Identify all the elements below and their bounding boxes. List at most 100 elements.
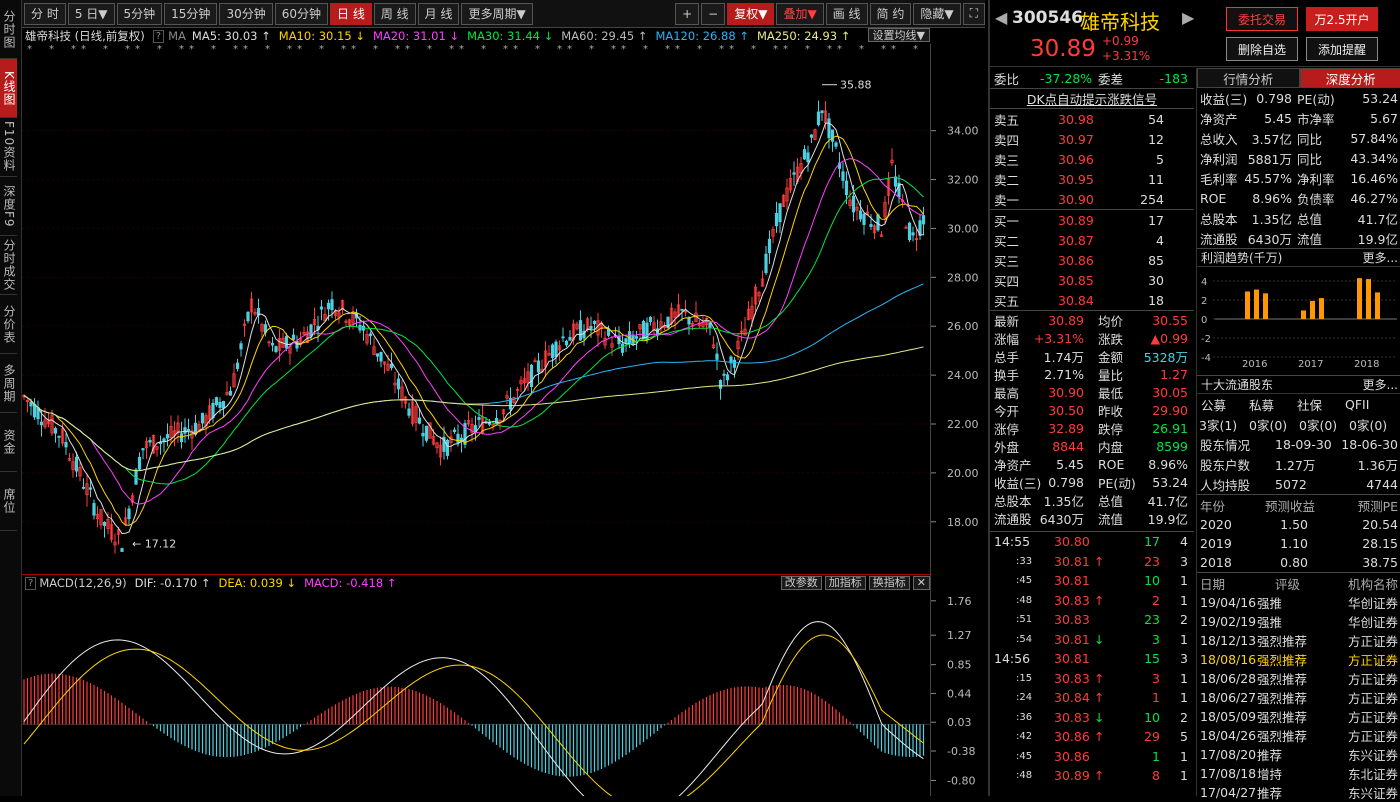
svg-text:*: * — [535, 44, 540, 55]
side-tab-2[interactable]: F10资料 — [0, 118, 17, 177]
rating-row-1[interactable]: 19/02/19强推华创证券 — [1197, 612, 1400, 631]
forecast-col: 预测收益 — [1265, 496, 1315, 515]
tick-price: 30.83 — [1054, 612, 1090, 627]
next-stock-icon[interactable]: ▶ — [1182, 8, 1194, 27]
add-indicator-button[interactable]: 加指标 — [825, 576, 866, 590]
quote-label: 涨跌 — [1098, 329, 1123, 348]
side-tab-7[interactable]: 资金 — [0, 413, 17, 472]
tick-volume: 1 — [1152, 749, 1160, 764]
rating-row-2[interactable]: 18/12/13强烈推荐方正证券 — [1197, 631, 1400, 650]
trade-button[interactable]: 委托交易 — [1226, 7, 1298, 31]
svg-text:*: * — [557, 44, 562, 55]
tab-market-analysis[interactable]: 行情分析 — [1197, 68, 1300, 88]
tick-row-10: :4230.86↑295 — [990, 727, 1194, 747]
quote-row-6: 涨停32.89跌停26.91 — [990, 419, 1194, 437]
rating-institution: 东北证券 — [1348, 764, 1398, 783]
tool-button-6[interactable]: 隐藏▼ — [913, 3, 960, 25]
dk-signal-text: DK点自动提示涨跌信号 — [1027, 89, 1157, 108]
period-tab-2[interactable]: 5分钟 — [117, 3, 163, 25]
period-tab-1[interactable]: 5 日▼ — [68, 3, 115, 25]
forecast-col: 预测PE — [1358, 496, 1398, 515]
macd-help-icon[interactable]: ? — [25, 577, 36, 590]
forecast-eps: 0.80 — [1280, 555, 1308, 570]
profit-more-link[interactable]: 更多... — [1363, 249, 1398, 266]
tool-button-0[interactable]: + — [675, 3, 699, 25]
macd-param-button[interactable]: 改参数 — [781, 576, 822, 590]
tool-button-2[interactable]: 复权▼ — [727, 3, 774, 25]
prev-stock-icon[interactable]: ◀ — [995, 8, 1007, 27]
period-tab-9[interactable]: 更多周期▼ — [461, 3, 532, 25]
rating-row-10[interactable]: 17/04/27推荐东兴证券 — [1197, 783, 1400, 802]
profit-title: 利润趋势(千万) — [1201, 249, 1282, 266]
side-tab-0[interactable]: 分时图 — [0, 0, 17, 59]
kline-chart[interactable]: 35.88← 17.12****************************… — [22, 44, 930, 574]
set-ma-button[interactable]: 设置均线▼ — [868, 28, 930, 42]
dea-value: DEA: 0.039 ↓ — [219, 576, 297, 590]
forecast-pe: 28.15 — [1362, 536, 1398, 551]
period-tab-4[interactable]: 30分钟 — [219, 3, 272, 25]
period-tab-5[interactable]: 60分钟 — [275, 3, 328, 25]
add-alert-button[interactable]: 添加提醒 — [1306, 37, 1378, 61]
profit-year: 2017 — [1298, 359, 1323, 370]
period-tab-8[interactable]: 月 线 — [418, 3, 460, 25]
fin-label: 毛利率 — [1200, 169, 1238, 188]
period-tab-0[interactable]: 分 时 — [24, 3, 66, 25]
help-icon[interactable]: ? — [153, 30, 164, 43]
rating-row-4[interactable]: 18/06/28强烈推荐方正证券 — [1197, 669, 1400, 688]
quote-label: 最高 — [994, 383, 1019, 402]
rating-institution: 方正证券 — [1348, 650, 1398, 669]
close-icon[interactable]: ✕ — [913, 576, 930, 590]
tab-deep-analysis[interactable]: 深度分析 — [1300, 68, 1400, 88]
svg-text:*: * — [297, 44, 302, 55]
tick-count: 3 — [1180, 651, 1188, 666]
switch-indicator-button[interactable]: 换指标 — [869, 576, 910, 590]
rating-col: 评级 — [1275, 574, 1300, 593]
period-tab-7[interactable]: 周 线 — [374, 3, 416, 25]
rating-row-3[interactable]: 18/08/16强烈推荐方正证券 — [1197, 650, 1400, 669]
quote-label: 外盘 — [994, 437, 1019, 456]
side-tab-3[interactable]: 深度F9 — [0, 177, 17, 236]
tick-arrow: ↑ — [1094, 554, 1104, 569]
dk-signal-link[interactable]: DK点自动提示涨跌信号 — [990, 88, 1194, 108]
rating-date: 19/02/19 — [1200, 614, 1256, 629]
level-volume: 17 — [1148, 213, 1164, 228]
holders-more-link[interactable]: 更多... — [1363, 376, 1398, 393]
price-tick: 32.00 — [947, 174, 979, 187]
rating-row-6[interactable]: 18/05/09强烈推荐方正证券 — [1197, 707, 1400, 726]
tool-button-3[interactable]: 叠加▼ — [776, 3, 823, 25]
quote-value: 2.71% — [1044, 367, 1084, 382]
ma250-value: MA250: 24.93 ↑ — [757, 29, 850, 43]
period-tab-3[interactable]: 15分钟 — [164, 3, 217, 25]
fullscreen-icon[interactable]: ⛶ — [963, 3, 985, 25]
svg-text:*: * — [589, 44, 594, 55]
rating-row-0[interactable]: 19/04/16强推华创证券 — [1197, 593, 1400, 612]
side-tab-6[interactable]: 多周期 — [0, 354, 17, 413]
rating-date: 19/04/16 — [1200, 595, 1256, 610]
delete-watchlist-button[interactable]: 删除自选 — [1226, 37, 1298, 61]
side-tab-1[interactable]: K线图 — [0, 59, 17, 118]
value: -183 — [1160, 71, 1188, 86]
quote-label: 最新 — [994, 311, 1019, 330]
period-tab-6[interactable]: 日 线 — [330, 3, 372, 25]
side-tab-4[interactable]: 分时成交 — [0, 236, 17, 295]
open-account-button[interactable]: 万2.5开户 — [1306, 7, 1378, 31]
side-tab-8[interactable]: 席位 — [0, 472, 17, 531]
level-price: 30.89 — [1058, 213, 1094, 228]
rating-row-5[interactable]: 18/06/27强烈推荐方正证券 — [1197, 688, 1400, 707]
tick-volume: 15 — [1144, 651, 1160, 666]
quote-value: 30.50 — [1048, 403, 1084, 418]
rating-row-8[interactable]: 17/08/20推荐东兴证券 — [1197, 745, 1400, 764]
level-volume: 4 — [1156, 233, 1164, 248]
ask-row-2: 卖三30.965 — [990, 149, 1194, 169]
tool-button-4[interactable]: 画 线 — [826, 3, 868, 25]
fin-value: 19.9亿 — [1358, 229, 1398, 248]
rating-row-9[interactable]: 17/08/18增持东北证券 — [1197, 764, 1400, 783]
tool-button-1[interactable]: − — [701, 3, 725, 25]
tick-count: 3 — [1180, 554, 1188, 569]
side-tab-5[interactable]: 分价表 — [0, 295, 17, 354]
macd-tick: -0.38 — [947, 745, 975, 758]
quote-row-9: 收益(三)0.798PE(动)53.24 — [990, 473, 1194, 491]
tool-button-5[interactable]: 简 约 — [870, 3, 912, 25]
rating-row-7[interactable]: 18/04/26强烈推荐方正证券 — [1197, 726, 1400, 745]
price-tick: 34.00 — [947, 125, 979, 138]
